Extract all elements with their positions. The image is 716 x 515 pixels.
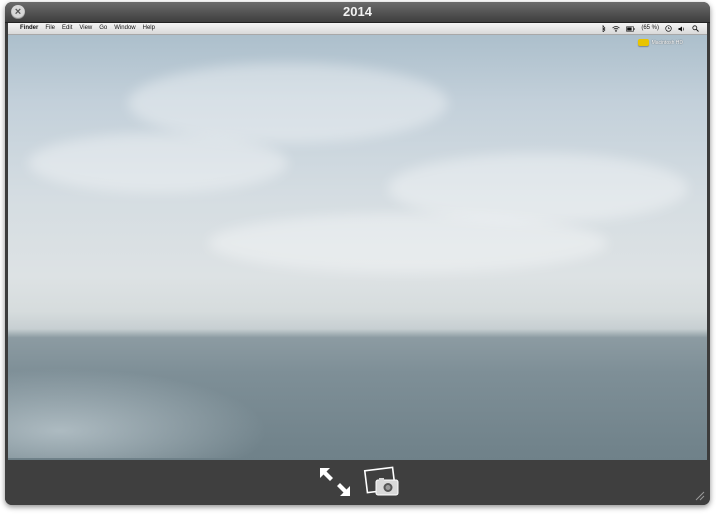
screenshot-camera-icon[interactable] — [363, 465, 401, 499]
battery-percent: (65 %) — [641, 25, 659, 31]
menu-item-window[interactable]: Window — [114, 23, 135, 34]
cloud — [208, 213, 608, 273]
title-bar[interactable]: × 2014 — [5, 2, 710, 23]
desktop-drive[interactable]: Macintosh HD — [637, 39, 683, 46]
cloud — [28, 133, 288, 193]
menu-item-edit[interactable]: Edit — [62, 23, 72, 34]
fullscreen-arrows-icon[interactable] — [318, 466, 352, 498]
resize-grip-icon[interactable] — [695, 491, 705, 501]
spotlight-search-icon[interactable] — [692, 25, 699, 32]
menu-item-help[interactable]: Help — [143, 23, 155, 34]
menu-item-file[interactable]: File — [45, 23, 55, 34]
remote-screen[interactable]: Finder File Edit View Go Window Help (65… — [8, 23, 707, 460]
vm-window: × 2014 Finder File Edit View Go Window H… — [5, 2, 710, 505]
battery-icon[interactable] — [626, 26, 635, 32]
toolbar — [5, 460, 710, 505]
drive-label[interactable]: Macintosh HD — [652, 40, 683, 46]
window-title: 2014 — [343, 4, 372, 19]
cloud — [128, 63, 448, 143]
volume-icon[interactable] — [678, 26, 686, 32]
mac-menu-bar: Finder File Edit View Go Window Help (65… — [8, 23, 707, 35]
wifi-icon[interactable] — [612, 25, 621, 32]
bluetooth-icon[interactable] — [602, 25, 606, 32]
menu-item-view[interactable]: View — [79, 23, 92, 34]
menu-item-go[interactable]: Go — [99, 23, 107, 34]
hard-drive-icon[interactable] — [637, 39, 649, 46]
time-machine-icon[interactable] — [665, 25, 672, 32]
menu-app-name[interactable]: Finder — [20, 23, 38, 34]
sea-glint — [8, 368, 268, 458]
